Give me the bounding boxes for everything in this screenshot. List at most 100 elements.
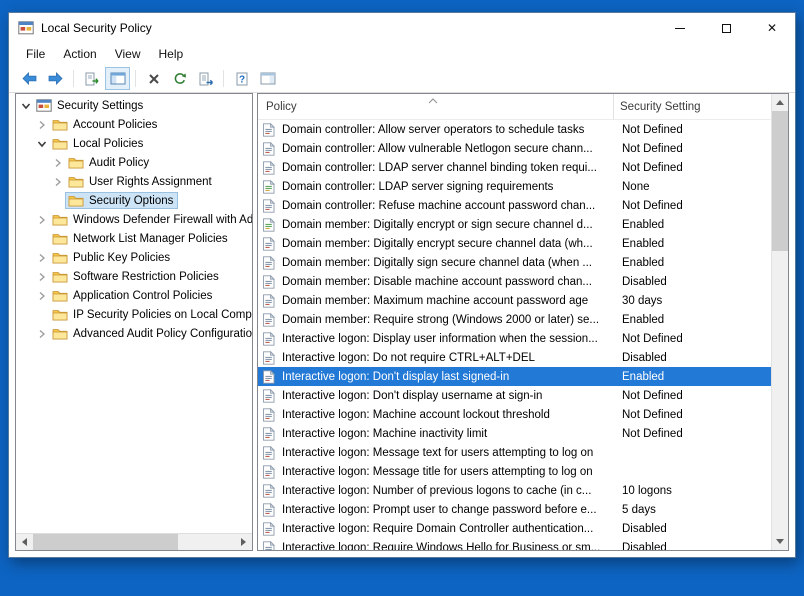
refresh-icon[interactable] bbox=[167, 67, 192, 90]
menu-help[interactable]: Help bbox=[150, 45, 193, 63]
tree-item-box[interactable]: Application Control Policies bbox=[49, 287, 217, 304]
chevron-expanded-icon[interactable] bbox=[19, 101, 33, 111]
chevron-collapsed-icon[interactable] bbox=[35, 329, 49, 339]
back-icon[interactable] bbox=[17, 67, 42, 90]
action-pane-toggle-icon[interactable] bbox=[255, 67, 280, 90]
tree-item-network-list-manager-policies[interactable]: Network List Manager Policies bbox=[16, 229, 252, 248]
scrollbar-thumb[interactable] bbox=[772, 111, 789, 251]
scroll-left-icon[interactable] bbox=[16, 534, 33, 551]
console-tree-toggle-icon[interactable] bbox=[105, 67, 130, 90]
tree-item-box[interactable]: Advanced Audit Policy Configuration bbox=[49, 325, 252, 342]
tree-item-box[interactable]: Security Settings bbox=[33, 97, 148, 114]
tree-item-security-settings[interactable]: Security Settings bbox=[16, 96, 252, 115]
policy-doc-icon bbox=[262, 389, 275, 403]
column-header-policy[interactable]: Policy bbox=[258, 94, 614, 119]
policy-doc-icon bbox=[262, 541, 275, 551]
tree-item-local-policies[interactable]: Local Policies bbox=[16, 134, 252, 153]
policy-row[interactable]: Interactive logon: Machine account locko… bbox=[258, 405, 771, 424]
tree-item-box[interactable]: Public Key Policies bbox=[49, 249, 175, 266]
tree-item-box[interactable]: User Rights Assignment bbox=[65, 173, 217, 190]
chevron-collapsed-icon[interactable] bbox=[35, 272, 49, 282]
policy-row[interactable]: Domain member: Require strong (Windows 2… bbox=[258, 310, 771, 329]
policy-setting: Not Defined bbox=[614, 200, 771, 212]
scrollbar-track[interactable] bbox=[33, 534, 235, 551]
chevron-collapsed-icon[interactable] bbox=[51, 177, 65, 187]
tree-item-security-options[interactable]: Security Options bbox=[16, 191, 252, 210]
tree-item-label: Local Policies bbox=[73, 138, 143, 150]
scrollbar-thumb[interactable] bbox=[33, 534, 178, 551]
scroll-up-icon[interactable] bbox=[772, 94, 788, 111]
console-body: Security Settings Account Policies Local P… bbox=[9, 93, 795, 557]
tree-item-account-policies[interactable]: Account Policies bbox=[16, 115, 252, 134]
tree-item-box[interactable]: Security Options bbox=[65, 192, 178, 209]
chevron-collapsed-icon[interactable] bbox=[35, 291, 49, 301]
policy-row[interactable]: Domain controller: Allow vulnerable Netl… bbox=[258, 139, 771, 158]
tree-item-box[interactable]: Local Policies bbox=[49, 135, 148, 152]
tree-item-box[interactable]: Audit Policy bbox=[65, 154, 154, 171]
policy-row[interactable]: Domain member: Digitally encrypt secure … bbox=[258, 234, 771, 253]
policy-row[interactable]: Interactive logon: Require Windows Hello… bbox=[258, 538, 771, 550]
tree-item-box[interactable]: Windows Defender Firewall with Adva bbox=[49, 211, 252, 228]
chevron-collapsed-icon[interactable] bbox=[35, 215, 49, 225]
tree-item-public-key-policies[interactable]: Public Key Policies bbox=[16, 248, 252, 267]
chevron-collapsed-icon[interactable] bbox=[35, 253, 49, 263]
policy-row[interactable]: Interactive logon: Machine inactivity li… bbox=[258, 424, 771, 443]
policy-doc-icon bbox=[262, 294, 275, 308]
policy-row[interactable]: Interactive logon: Prompt user to change… bbox=[258, 500, 771, 519]
policy-row[interactable]: Interactive logon: Display user informat… bbox=[258, 329, 771, 348]
tree-item-audit-policy[interactable]: Audit Policy bbox=[16, 153, 252, 172]
tree-item-application-control-policies[interactable]: Application Control Policies bbox=[16, 286, 252, 305]
tree-item-ip-security-policies-on-local-compute[interactable]: IP Security Policies on Local Compute bbox=[16, 305, 252, 324]
policy-row[interactable]: Domain controller: Allow server operator… bbox=[258, 120, 771, 139]
scrollbar-track[interactable] bbox=[772, 111, 788, 533]
chevron-collapsed-icon[interactable] bbox=[35, 120, 49, 130]
scroll-down-icon[interactable] bbox=[772, 533, 788, 550]
policy-row[interactable]: Domain controller: LDAP server signing r… bbox=[258, 177, 771, 196]
menu-action[interactable]: Action bbox=[54, 45, 105, 63]
column-header-security-setting[interactable]: Security Setting bbox=[614, 94, 771, 119]
policy-row[interactable]: Interactive logon: Message title for use… bbox=[258, 462, 771, 481]
policy-row[interactable]: Domain member: Disable machine account p… bbox=[258, 272, 771, 291]
export-list-icon[interactable] bbox=[193, 67, 218, 90]
chevron-collapsed-icon[interactable] bbox=[51, 158, 65, 168]
policy-row[interactable]: Domain member: Digitally encrypt or sign… bbox=[258, 215, 771, 234]
menu-view[interactable]: View bbox=[106, 45, 150, 63]
policy-row[interactable]: Interactive logon: Number of previous lo… bbox=[258, 481, 771, 500]
policy-row[interactable]: Interactive logon: Require Domain Contro… bbox=[258, 519, 771, 538]
tree-item-label: Advanced Audit Policy Configuration bbox=[73, 328, 252, 340]
minimize-button[interactable] bbox=[657, 13, 703, 43]
close-button[interactable]: ✕ bbox=[749, 13, 795, 43]
policy-row[interactable]: Interactive logon: Don't display last si… bbox=[258, 367, 771, 386]
column-header-policy-label: Policy bbox=[266, 101, 297, 113]
maximize-button[interactable] bbox=[703, 13, 749, 43]
policy-row[interactable]: Interactive logon: Message text for user… bbox=[258, 443, 771, 462]
policy-row[interactable]: Domain member: Maximum machine account p… bbox=[258, 291, 771, 310]
toolbar-separator bbox=[73, 70, 74, 87]
policy-row[interactable]: Domain controller: Refuse machine accoun… bbox=[258, 196, 771, 215]
tree-item-windows-defender-firewall-with-adva[interactable]: Windows Defender Firewall with Adva bbox=[16, 210, 252, 229]
doc-arrow-icon[interactable] bbox=[79, 67, 104, 90]
tree-item-box[interactable]: IP Security Policies on Local Compute bbox=[49, 306, 252, 323]
tree-item-advanced-audit-policy-configuration[interactable]: Advanced Audit Policy Configuration bbox=[16, 324, 252, 343]
policy-row[interactable]: Interactive logon: Don't display usernam… bbox=[258, 386, 771, 405]
tree-item-user-rights-assignment[interactable]: User Rights Assignment bbox=[16, 172, 252, 191]
tree-item-label: Security Options bbox=[89, 195, 173, 207]
titlebar[interactable]: Local Security Policy ✕ bbox=[9, 13, 795, 43]
window-controls: ✕ bbox=[657, 13, 795, 43]
scroll-right-icon[interactable] bbox=[235, 534, 252, 551]
tree-item-box[interactable]: Network List Manager Policies bbox=[49, 230, 233, 247]
forward-icon[interactable] bbox=[43, 67, 68, 90]
tree-horizontal-scrollbar[interactable] bbox=[16, 533, 252, 550]
help-icon[interactable]: ? bbox=[229, 67, 254, 90]
policy-row[interactable]: Domain controller: LDAP server channel b… bbox=[258, 158, 771, 177]
policy-name: Interactive logon: Message title for use… bbox=[282, 466, 614, 478]
policy-row[interactable]: Domain member: Digitally sign secure cha… bbox=[258, 253, 771, 272]
tree-item-box[interactable]: Software Restriction Policies bbox=[49, 268, 224, 285]
delete-icon[interactable] bbox=[141, 67, 166, 90]
policy-row[interactable]: Interactive logon: Do not require CTRL+A… bbox=[258, 348, 771, 367]
tree-item-software-restriction-policies[interactable]: Software Restriction Policies bbox=[16, 267, 252, 286]
menu-file[interactable]: File bbox=[17, 45, 54, 63]
tree-item-box[interactable]: Account Policies bbox=[49, 116, 162, 133]
chevron-expanded-icon[interactable] bbox=[35, 139, 49, 149]
list-vertical-scrollbar[interactable] bbox=[771, 94, 788, 550]
